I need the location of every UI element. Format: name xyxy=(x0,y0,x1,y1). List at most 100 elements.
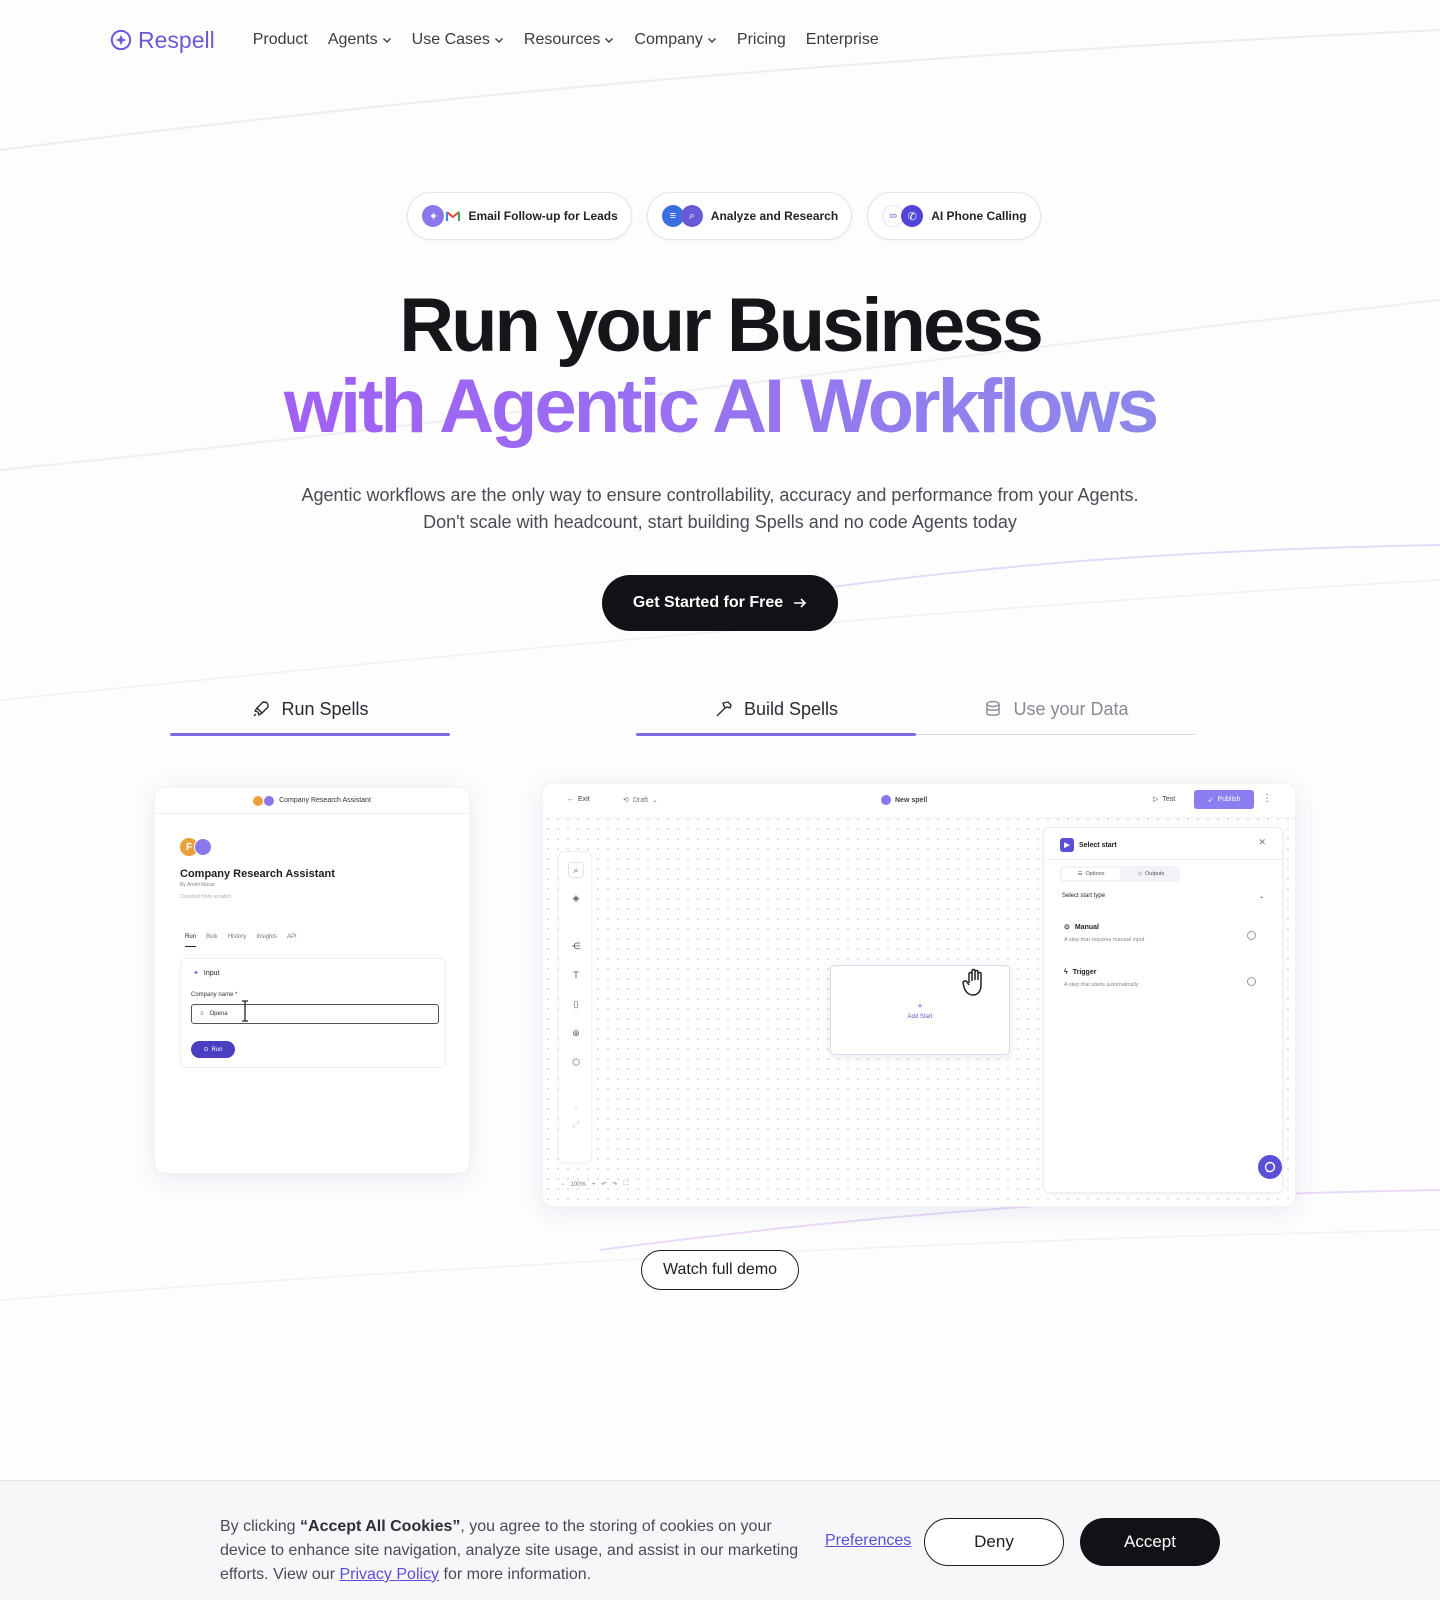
play-icon: ▶ xyxy=(1060,838,1074,852)
avatar xyxy=(253,795,264,806)
search-icon[interactable]: ⌕ xyxy=(568,862,584,878)
run-card-avatars: F xyxy=(180,838,212,856)
undo-icon[interactable]: ↶ xyxy=(601,1181,606,1188)
pill-analyze-research[interactable]: ≡ ⌕ Analyze and Research xyxy=(646,192,853,240)
option-manual[interactable]: ⊙ Manual A step that requires manual inpu… xyxy=(1064,923,1264,943)
radio-manual[interactable] xyxy=(1247,931,1256,940)
select-label: Select start type xyxy=(1062,893,1106,899)
run-card-tab-insights[interactable]: Insights xyxy=(256,934,277,947)
deny-button[interactable]: Deny xyxy=(924,1518,1064,1566)
help-icon[interactable]: ◦ xyxy=(568,1100,584,1116)
nav-label: Resources xyxy=(523,31,601,48)
pill-email-follow-up[interactable]: ✦ Email Follow-up for Leads xyxy=(407,192,632,240)
plugin-icon[interactable]: ⬡ xyxy=(568,1054,584,1070)
nav-item-agents[interactable]: Agents xyxy=(328,31,392,49)
zoom-in-icon[interactable]: + xyxy=(592,1182,596,1188)
get-started-button[interactable]: Get Started for Free xyxy=(602,575,838,631)
avatar xyxy=(264,795,275,806)
segment-options[interactable]: ☰ Options xyxy=(1062,868,1120,880)
sparkle-icon: ✦ xyxy=(193,970,199,977)
chevron-down-icon xyxy=(707,38,716,43)
hero-subtitle: Agentic workflows are the only way to en… xyxy=(0,482,1440,536)
nav-item-enterprise[interactable]: Enterprise xyxy=(806,31,879,49)
test-button[interactable]: ▷ Test xyxy=(1153,795,1176,804)
gmail-icon xyxy=(446,210,461,221)
hero-title-line1: Run your Business xyxy=(399,283,1044,368)
segment-outputs[interactable]: ◇ Outputs xyxy=(1122,866,1180,882)
more-vertical-icon[interactable]: ⋮ xyxy=(1262,793,1272,804)
start-type-select[interactable]: Select start type ⌄ xyxy=(1062,893,1264,900)
nav-item-product[interactable]: Product xyxy=(253,31,308,49)
run-card-tab-bulk[interactable]: Bulk xyxy=(206,934,218,947)
preferences-link[interactable]: Preferences xyxy=(825,1532,911,1550)
pill-label: Analyze and Research xyxy=(710,209,839,223)
nav-label: Pricing xyxy=(736,31,786,48)
nav-item-resources[interactable]: Resources xyxy=(524,31,614,49)
cookie-text-prefix: By clicking xyxy=(220,1518,301,1535)
chevron-down-icon: ⌄ xyxy=(1258,894,1264,900)
run-card-tab-history[interactable]: History xyxy=(228,934,247,947)
option-trigger[interactable]: ϟ Trigger A step that starts automaticall… xyxy=(1064,969,1264,988)
tab-run-spells[interactable]: Run Spells xyxy=(170,683,450,736)
run-card-created: Created from scratch xyxy=(180,894,232,900)
close-icon[interactable]: ✕ xyxy=(1258,837,1266,848)
layers-icon[interactable]: ◈ xyxy=(568,890,584,906)
globe-icon[interactable]: ⊕ xyxy=(568,1025,584,1041)
test-label: Test xyxy=(1162,795,1176,803)
accept-button[interactable]: Accept xyxy=(1080,1518,1220,1566)
tab-use-your-data[interactable]: Use your Data xyxy=(916,683,1196,735)
feature-tabs: Run Spells Build Spells Use your Data xyxy=(170,683,1196,736)
panel-segmented-control: ☰ Options ◇ Outputs xyxy=(1060,866,1180,882)
panel-title-text: Select start xyxy=(1079,841,1117,849)
plus-icon: + xyxy=(917,1000,923,1011)
company-name-value: Opena xyxy=(209,1011,228,1017)
file-icon[interactable]: ▯ xyxy=(568,996,584,1012)
draft-dropdown[interactable]: ⟲ Draft ⌄ xyxy=(623,796,658,805)
run-card-tab-run[interactable]: Run xyxy=(185,934,197,947)
option-title-text: Trigger xyxy=(1072,969,1097,976)
nav-item-company[interactable]: Company xyxy=(634,31,716,49)
redo-icon[interactable]: ↷ xyxy=(612,1181,617,1188)
company-name-input[interactable]: ≡ Opena xyxy=(191,1004,439,1024)
pill-icons: ≡ ⌕ xyxy=(661,205,703,227)
watch-demo-button[interactable]: Watch full demo xyxy=(641,1250,799,1290)
chevron-down-icon: ⌄ xyxy=(652,797,658,804)
nav-label: Company xyxy=(634,31,703,48)
spell-title-text: New spell xyxy=(895,796,928,804)
hammer-icon xyxy=(716,701,732,717)
nav-label: Agents xyxy=(327,31,378,48)
radio-trigger[interactable] xyxy=(1247,977,1256,986)
segment-label: Options xyxy=(1085,871,1105,877)
fullscreen-icon[interactable]: ⛶ xyxy=(623,1181,627,1188)
run-card-tab-api[interactable]: API xyxy=(287,934,297,947)
nav-item-pricing[interactable]: Pricing xyxy=(737,31,786,49)
cookie-message: By clicking “Accept All Cookies”, you ag… xyxy=(220,1515,805,1587)
outputs-icon: ◇ xyxy=(1137,871,1142,877)
logo[interactable]: Respell xyxy=(110,27,215,54)
branch-icon[interactable]: ⋲ xyxy=(568,938,584,954)
zoom-out-icon[interactable]: − xyxy=(561,1182,565,1188)
rocket-icon: ➶ xyxy=(1207,796,1214,804)
tab-label: Build Spells xyxy=(743,698,839,719)
logo-text: Respell xyxy=(138,26,215,53)
cookie-banner: By clicking “Accept All Cookies”, you ag… xyxy=(0,1480,1440,1600)
history-icon: ⟲ xyxy=(623,797,629,804)
deny-label: Deny xyxy=(974,1532,1014,1551)
run-button[interactable]: ⊙ Run xyxy=(191,1041,235,1058)
database-icon xyxy=(986,700,1001,716)
expand-icon[interactable]: ⤢ xyxy=(568,1116,584,1132)
pill-ai-phone-calling[interactable]: ∞ ✆ AI Phone Calling xyxy=(867,192,1041,240)
run-card-author: By Andrii Masur xyxy=(180,882,216,888)
canvas-tool-sidebar: ⌕ ◈ ⋲ T ▯ ⊕ ⬡ ◦ ⤢ xyxy=(558,851,592,1163)
option-title-text: Manual xyxy=(1074,923,1099,931)
tab-build-spells[interactable]: Build Spells xyxy=(636,683,916,736)
select-start-panel: ▶ Select start ✕ ☰ Options ◇ Outputs Selec… xyxy=(1043,827,1283,1193)
publish-button[interactable]: ➶ Publish xyxy=(1194,790,1254,809)
nav-item-use-cases[interactable]: Use Cases xyxy=(412,31,504,49)
privacy-policy-link[interactable]: Privacy Policy xyxy=(339,1566,439,1583)
company-name-label: Company name * xyxy=(191,992,238,998)
chat-bubble-icon[interactable] xyxy=(1258,1155,1282,1179)
top-nav: Respell Product Agents Use Cases Resourc… xyxy=(110,22,899,58)
text-icon[interactable]: T xyxy=(568,967,584,983)
exit-button[interactable]: ← Exit xyxy=(567,796,590,803)
